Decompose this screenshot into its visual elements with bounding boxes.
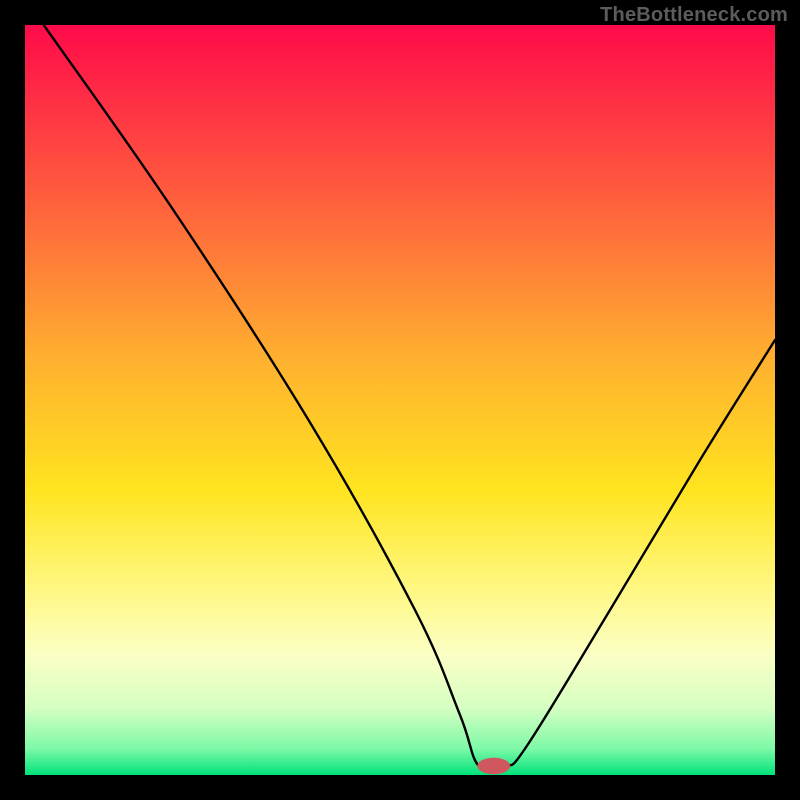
target-marker [477, 758, 510, 775]
plot-area [25, 25, 775, 775]
gradient-background [25, 25, 775, 775]
chart-svg [25, 25, 775, 775]
bottleneck-chart: TheBottleneck.com [0, 0, 800, 800]
watermark-text: TheBottleneck.com [600, 4, 788, 27]
